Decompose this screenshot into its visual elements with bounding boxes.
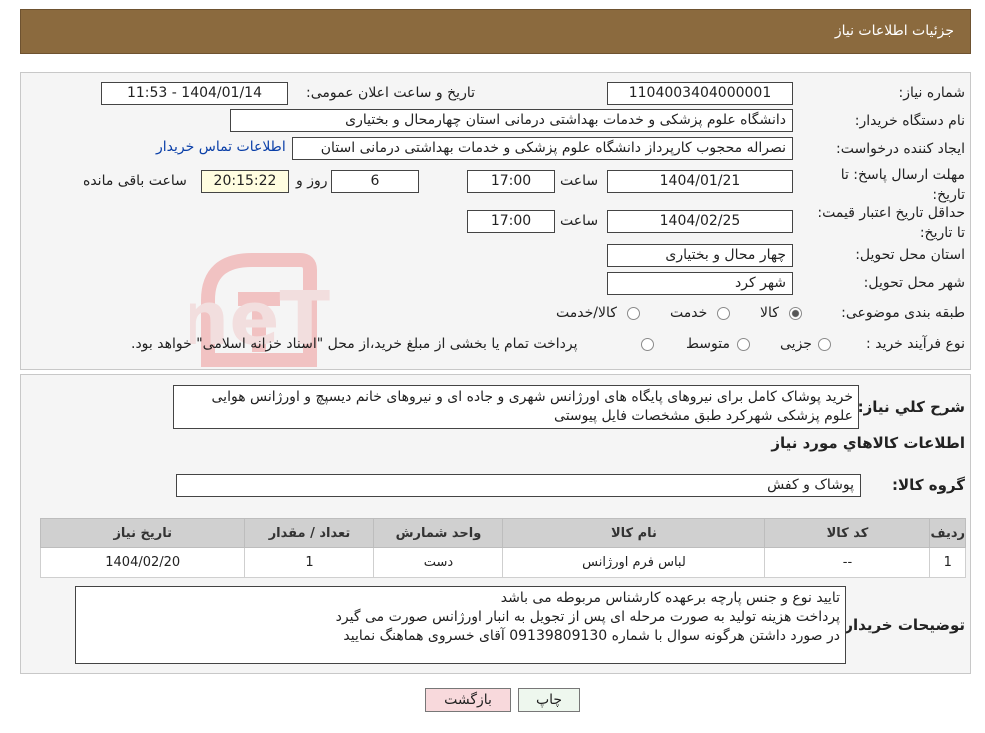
process-radio-medium[interactable] <box>737 338 750 351</box>
cell-unit: دست <box>373 547 504 578</box>
buyer-note-line: در صورد داشتن هرگونه سوال با شماره 09139… <box>343 628 840 644</box>
items-table: رديف کد کالا نام کالا واحد شمارش تعداد /… <box>39 518 966 578</box>
category-option-goods: کالا <box>760 305 779 321</box>
process-label: نوع فرآیند خرید : <box>866 336 965 352</box>
col-need-date: تاریخ نیاز <box>39 518 246 548</box>
col-goods-code: کد کالا <box>764 518 931 548</box>
col-unit: واحد شمارش <box>373 518 504 548</box>
remaining-time-field: 20:15:22 <box>201 170 289 193</box>
creator-label: ایجاد کننده درخواست: <box>836 141 965 157</box>
buyer-notes-label: توضیحات خریدار: <box>838 616 965 634</box>
category-radio-goods-service[interactable] <box>627 307 640 320</box>
buyer-org-label: نام دستگاه خریدار: <box>854 113 965 129</box>
days-remaining-field: 6 <box>331 170 419 193</box>
cell-quantity: 1 <box>244 547 375 578</box>
city-field: شهر کرد <box>607 272 793 295</box>
cell-goods-name: لباس فرم اورژانس <box>502 547 766 578</box>
col-goods-name: نام کالا <box>502 518 766 548</box>
payment-note: پرداخت تمام یا بخشی از مبلغ خرید،از محل … <box>131 336 578 352</box>
announce-field: 1404/01/14 - 11:53 <box>101 82 288 105</box>
province-label: استان محل تحویل: <box>855 247 965 263</box>
deadline-date-field: 1404/01/21 <box>607 170 793 193</box>
process-option-medium: متوسط <box>686 336 730 352</box>
validity-label: حداقل تاریخ اعتبار قیمت: تا تاریخ: <box>817 205 965 241</box>
validity-date-field: 1404/02/25 <box>607 210 793 233</box>
goods-group-label: گروه کالا: <box>892 476 965 494</box>
col-row-number: رديف <box>929 518 966 548</box>
items-table-header-row: رديف کد کالا نام کالا واحد شمارش تعداد /… <box>39 518 966 548</box>
category-option-goods-service: کالا/خدمت <box>556 305 617 321</box>
validity-time-field: 17:00 <box>467 210 555 233</box>
category-label: طبقه بندی موضوعی: <box>841 305 965 321</box>
process-option-minor: جزیی <box>780 336 812 352</box>
buyer-notes-textarea[interactable]: تایید نوع و جنس پارچه برعهده کارشناس مرب… <box>75 586 846 664</box>
category-radio-service[interactable] <box>717 307 730 320</box>
page-header: جزئیات اطلاعات نیاز <box>20 9 971 54</box>
buyer-org-field: دانشگاه علوم پزشکی و خدمات بهداشتی درمان… <box>230 109 793 132</box>
process-radio-treasury[interactable] <box>641 338 654 351</box>
print-button[interactable]: چاپ <box>518 688 580 712</box>
goods-info-title: اطلاعات کالاهاي مورد نياز <box>771 434 965 452</box>
cell-need-date: 1404/02/20 <box>39 547 246 578</box>
col-quantity: تعداد / مقدار <box>244 518 375 548</box>
announce-label: تاریخ و ساعت اعلان عمومی: <box>306 85 475 101</box>
summary-label: شرح کلي نياز: <box>857 398 965 416</box>
goods-group-field: پوشاک و کفش <box>176 474 861 497</box>
page-title: جزئیات اطلاعات نیاز <box>834 23 954 39</box>
city-label: شهر محل تحویل: <box>863 275 965 291</box>
province-field: چهار محال و بختیاری <box>607 244 793 267</box>
need-number-label: شماره نیاز: <box>898 85 966 101</box>
remaining-time-label: ساعت باقی مانده <box>83 173 187 189</box>
back-button[interactable]: بازگشت <box>425 688 511 712</box>
need-number-field: 1104003404000001 <box>607 82 793 105</box>
buyer-note-line: پرداخت هزینه تولید به صورت مرحله ای پس ا… <box>335 609 840 625</box>
deadline-time-field: 17:00 <box>467 170 555 193</box>
validity-time-label: ساعت <box>560 213 599 229</box>
deadline-time-label: ساعت <box>560 173 599 189</box>
buyer-contact-link[interactable]: اطلاعات تماس خریدار <box>156 139 286 155</box>
table-row: 1 -- لباس فرم اورژانس دست 1 1404/02/20 <box>39 547 966 578</box>
category-option-service: خدمت <box>670 305 708 321</box>
cell-row-number: 1 <box>929 547 966 578</box>
buyer-note-line: تایید نوع و جنس پارچه برعهده کارشناس مرب… <box>500 590 840 606</box>
category-radio-goods[interactable] <box>789 307 802 320</box>
deadline-label: مهلت ارسال پاسخ: تا تاریخ: <box>840 167 965 203</box>
summary-text: خرید پوشاک کامل برای نیروهای پایگاه های … <box>211 389 854 424</box>
creator-field: نصراله محجوب کارپرداز دانشگاه علوم پزشکی… <box>292 137 793 160</box>
cell-goods-code: -- <box>764 547 931 578</box>
days-label: روز و <box>296 173 328 189</box>
process-radio-minor[interactable] <box>818 338 831 351</box>
summary-textarea[interactable]: خرید پوشاک کامل برای نیروهای پایگاه های … <box>173 385 859 429</box>
